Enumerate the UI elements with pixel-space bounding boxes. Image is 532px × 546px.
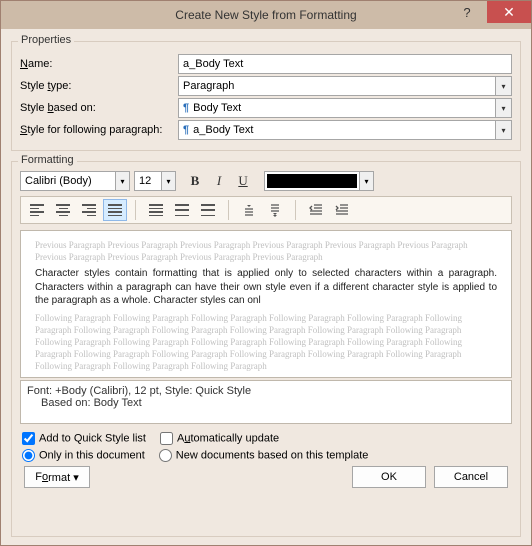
add-quick-style-checkbox[interactable]: Add to Quick Style list bbox=[22, 432, 146, 445]
pilcrow-icon: ¶ bbox=[183, 102, 189, 114]
titlebar: Create New Style from Formatting ? ✕ bbox=[1, 1, 531, 29]
increase-indent-button[interactable] bbox=[330, 199, 354, 221]
chevron-down-icon: ▾ bbox=[495, 121, 511, 139]
only-in-document-radio[interactable]: Only in this document bbox=[22, 449, 145, 462]
line-spacing-2-button[interactable] bbox=[196, 199, 220, 221]
italic-button[interactable]: I bbox=[208, 171, 230, 191]
align-left-button[interactable] bbox=[25, 199, 49, 221]
properties-group: Properties Name: a_Body Text Style type:… bbox=[11, 41, 521, 151]
preview-pane: Previous Paragraph Previous Paragraph Pr… bbox=[20, 230, 512, 378]
preview-following-text: Following Paragraph Following Paragraph … bbox=[35, 312, 497, 373]
line-spacing-1.5-button[interactable] bbox=[170, 199, 194, 221]
style-description: Font: +Body (Calibri), 12 pt, Style: Qui… bbox=[20, 380, 512, 424]
font-color-combo[interactable]: ▾ bbox=[264, 171, 374, 191]
style-based-combo[interactable]: ¶ Body Text ▾ bbox=[178, 98, 512, 118]
chevron-down-icon: ▾ bbox=[495, 99, 511, 117]
align-right-button[interactable] bbox=[77, 199, 101, 221]
size-combo[interactable]: 12 ▾ bbox=[134, 171, 176, 191]
following-combo[interactable]: ¶ a_Body Text ▾ bbox=[178, 120, 512, 140]
font-combo[interactable]: Calibri (Body) ▾ bbox=[20, 171, 130, 191]
chevron-down-icon: ▾ bbox=[115, 172, 129, 190]
paragraph-toolbar bbox=[20, 196, 512, 224]
preview-body-text: Character styles contain formatting that… bbox=[35, 267, 497, 308]
line-spacing-1-button[interactable] bbox=[144, 199, 168, 221]
new-documents-radio[interactable]: New documents based on this template bbox=[159, 449, 369, 462]
dialog-window: Create New Style from Formatting ? ✕ Pro… bbox=[0, 0, 532, 546]
ok-button[interactable]: OK bbox=[352, 466, 426, 488]
color-swatch bbox=[267, 174, 357, 188]
decrease-indent-button[interactable] bbox=[304, 199, 328, 221]
chevron-down-icon: ▾ bbox=[161, 172, 175, 190]
preview-previous-text: Previous Paragraph Previous Paragraph Pr… bbox=[35, 239, 497, 263]
properties-label: Properties bbox=[18, 34, 74, 46]
chevron-down-icon: ▾ bbox=[495, 77, 511, 95]
following-label: Style for following paragraph: bbox=[20, 124, 178, 136]
help-button[interactable]: ? bbox=[447, 1, 487, 23]
formatting-group: Formatting Calibri (Body) ▾ 12 ▾ B I U bbox=[11, 161, 521, 537]
name-label: Name: bbox=[20, 58, 178, 70]
underline-button[interactable]: U bbox=[232, 171, 254, 191]
align-center-button[interactable] bbox=[51, 199, 75, 221]
close-button[interactable]: ✕ bbox=[487, 1, 531, 23]
space-before-up-button[interactable] bbox=[237, 199, 261, 221]
chevron-down-icon: ▾ bbox=[359, 172, 373, 190]
font-toolbar: Calibri (Body) ▾ 12 ▾ B I U ▾ bbox=[20, 170, 512, 192]
pilcrow-icon: ¶ bbox=[183, 124, 189, 136]
style-type-combo[interactable]: Paragraph ▾ bbox=[178, 76, 512, 96]
name-input[interactable]: a_Body Text bbox=[178, 54, 512, 74]
bold-button[interactable]: B bbox=[184, 171, 206, 191]
options-area: Add to Quick Style list Automatically up… bbox=[22, 432, 510, 462]
space-before-down-button[interactable] bbox=[263, 199, 287, 221]
cancel-button[interactable]: Cancel bbox=[434, 466, 508, 488]
style-type-label: Style type: bbox=[20, 80, 178, 92]
style-based-label: Style based on: bbox=[20, 102, 178, 114]
formatting-label: Formatting bbox=[18, 154, 77, 166]
format-button[interactable]: Format ▾ bbox=[24, 466, 90, 488]
auto-update-checkbox[interactable]: Automatically update bbox=[160, 432, 279, 445]
align-justify-button[interactable] bbox=[103, 199, 127, 221]
